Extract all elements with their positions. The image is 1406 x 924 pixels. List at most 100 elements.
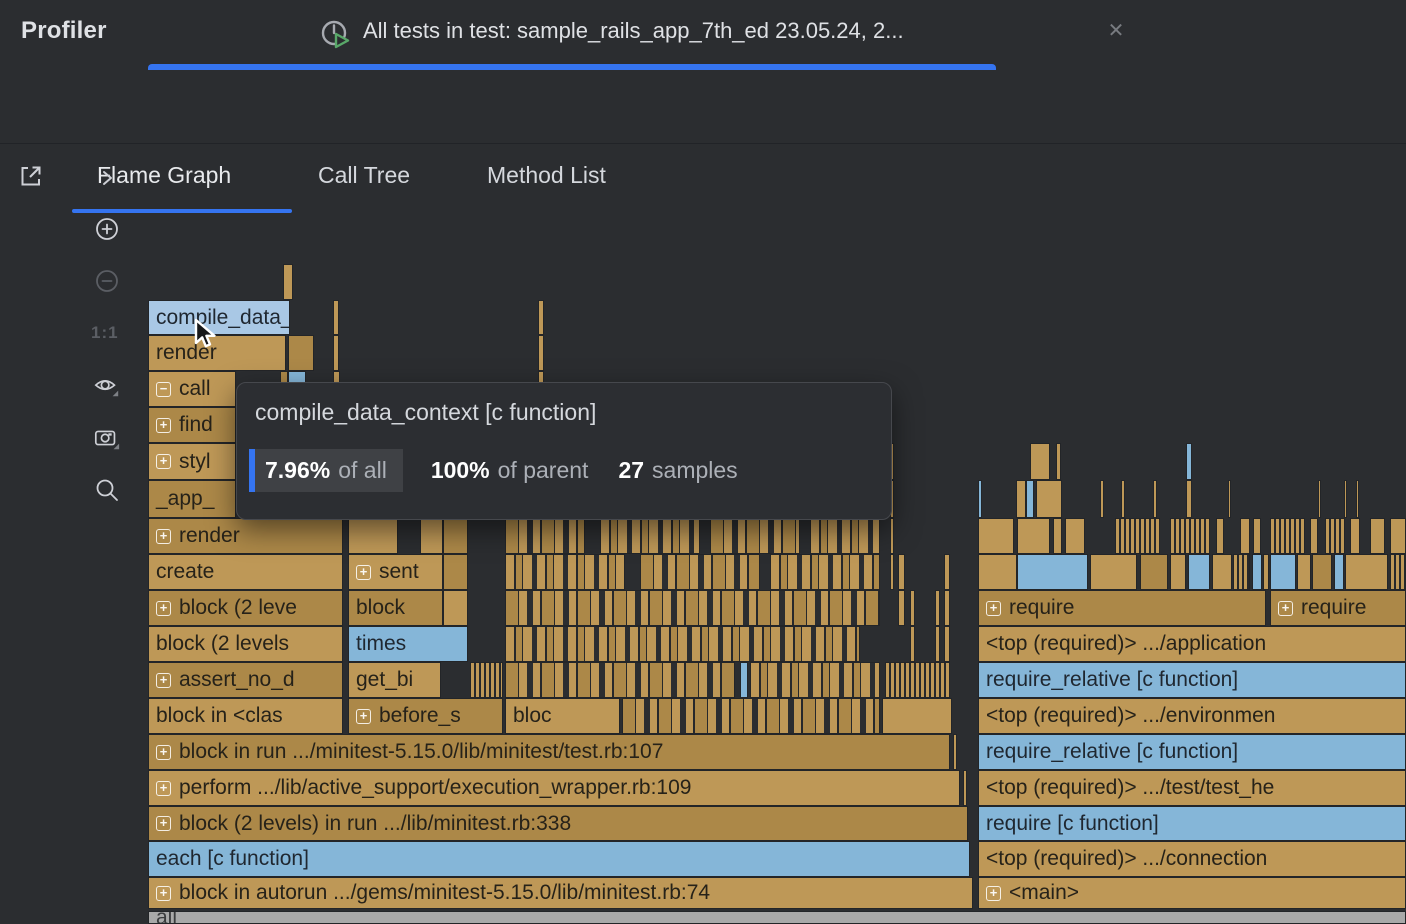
frame-bar[interactable] (750, 662, 880, 698)
frame-bar[interactable] (505, 554, 625, 590)
frame-bar[interactable] (1036, 480, 1062, 518)
frame-call[interactable]: −call (148, 371, 236, 407)
frame-bar[interactable] (1270, 518, 1305, 554)
frame-bar[interactable] (1153, 480, 1157, 518)
frame-bar[interactable] (890, 518, 894, 554)
frame-before-s[interactable]: +before_s (348, 698, 503, 734)
expand-frame-icon[interactable]: + (156, 673, 171, 688)
frame-render[interactable]: +render (148, 518, 343, 554)
expand-frame-icon[interactable]: + (156, 601, 171, 616)
frame-bar[interactable] (882, 698, 952, 734)
expand-frame-icon[interactable]: + (986, 886, 1001, 901)
frame-bar[interactable] (1356, 480, 1359, 518)
frame-bar[interactable] (1310, 518, 1318, 554)
frame-sent[interactable]: +sent (348, 554, 443, 590)
frame-bar[interactable] (1252, 554, 1262, 590)
frame-bar[interactable] (944, 626, 950, 662)
frame-bar[interactable] (622, 698, 880, 734)
expand-frame-icon[interactable]: + (356, 565, 371, 580)
frame-bar[interactable] (443, 518, 468, 554)
frame-all[interactable]: all (148, 911, 1406, 924)
frame-bar[interactable] (1170, 518, 1210, 554)
frame-bloc[interactable]: bloc (505, 698, 620, 734)
frame-bar[interactable] (1390, 554, 1406, 590)
frame-bar[interactable] (1090, 554, 1137, 590)
frame-bar[interactable] (810, 518, 880, 554)
frame-bar[interactable] (1016, 480, 1026, 518)
expand-frame-icon[interactable]: + (156, 529, 171, 544)
frame-bar[interactable] (1297, 554, 1311, 590)
frame-times[interactable]: times (348, 626, 468, 662)
frame-bar[interactable] (505, 662, 735, 698)
frame-bar[interactable] (1270, 554, 1296, 590)
frame-bar[interactable] (1253, 518, 1261, 554)
frame--app-[interactable]: _app_ (148, 480, 236, 518)
frame-bar[interactable] (333, 335, 339, 371)
frame-bar[interactable] (935, 626, 940, 662)
frame-bar[interactable] (1121, 480, 1125, 518)
frame-bar[interactable] (890, 554, 894, 590)
frame-bar[interactable] (978, 480, 982, 518)
frame-bar[interactable] (1115, 518, 1160, 554)
frame-styl[interactable]: +styl (148, 443, 236, 480)
frame-bar[interactable] (288, 335, 314, 371)
expand-frame-icon[interactable]: + (1278, 601, 1293, 616)
frame-bar[interactable] (505, 626, 860, 662)
frame-bar[interactable] (944, 554, 950, 590)
frame-bar[interactable] (538, 335, 544, 371)
frame-block-2-leve[interactable]: +block (2 leve (148, 590, 343, 626)
frame-bar[interactable] (1186, 443, 1192, 480)
frame-find[interactable]: +find (148, 407, 236, 443)
expand-frame-icon[interactable]: + (356, 709, 371, 724)
frame-bar[interactable] (1030, 443, 1050, 480)
frame-bar[interactable] (538, 300, 544, 335)
frame-bar[interactable] (1188, 554, 1210, 590)
frame-bar[interactable] (1017, 518, 1050, 554)
frame-bar[interactable] (348, 518, 398, 554)
frame--top-required-test-test-he[interactable]: <top (required)> .../test/test_he (978, 770, 1406, 806)
frame-bar[interactable] (420, 518, 443, 554)
expand-frame-icon[interactable]: + (156, 745, 171, 760)
frame-bar[interactable] (1325, 518, 1345, 554)
frame--main-[interactable]: +<main> (978, 877, 1406, 909)
frame-block-in-clas[interactable]: block in <clas (148, 698, 343, 734)
frame-bar[interactable] (470, 662, 503, 698)
frame-bar[interactable] (1334, 554, 1344, 590)
frame-bar[interactable] (963, 770, 967, 806)
frame-bar[interactable] (1390, 518, 1406, 554)
frame--top-required-application[interactable]: <top (required)> .../application (978, 626, 1406, 662)
frame-bar[interactable] (1026, 480, 1034, 518)
frame--top-required-environmen[interactable]: <top (required)> .../environmen (978, 698, 1406, 734)
frame-bar[interactable] (1228, 480, 1231, 518)
frame-bar[interactable] (910, 590, 915, 626)
frame-bar[interactable] (935, 590, 940, 626)
frame-bar[interactable] (1240, 518, 1250, 554)
frame-bar[interactable] (953, 734, 957, 770)
frame-bar[interactable] (710, 518, 800, 554)
frame-bar[interactable] (505, 518, 585, 554)
frame-bar[interactable] (1170, 554, 1186, 590)
frame-block-in-run-minitest-5-15-0[interactable]: +block in run .../minitest-5.15.0/lib/mi… (148, 734, 950, 770)
expand-frame-icon[interactable]: + (156, 816, 171, 831)
frame-create[interactable]: create (148, 554, 343, 590)
frame-bar[interactable] (885, 662, 950, 698)
expand-frame-icon[interactable]: + (156, 418, 171, 433)
frame-require-relative-c-function-[interactable]: require_relative [c function] (978, 734, 1406, 770)
frame-bar[interactable] (1344, 480, 1347, 518)
frame-bar[interactable] (443, 554, 468, 590)
frame-require-c-function-[interactable]: require [c function] (978, 806, 1406, 841)
frame-block-2-levels[interactable]: block (2 levels (148, 626, 343, 662)
frame-bar[interactable] (1053, 518, 1062, 554)
frame-bar[interactable] (1017, 554, 1088, 590)
frame-bar[interactable] (640, 554, 760, 590)
frame-bar[interactable] (944, 590, 950, 626)
frame-bar[interactable] (1212, 554, 1232, 590)
frame-bar[interactable] (978, 518, 1014, 554)
frame-bar[interactable] (1233, 554, 1250, 590)
frame-bar[interactable] (1186, 480, 1192, 518)
frame-bar[interactable] (505, 590, 880, 626)
expand-frame-icon[interactable]: + (156, 454, 171, 469)
frame-block-in-autorun-gems-minite[interactable]: +block in autorun .../gems/minitest-5.15… (148, 877, 973, 909)
frame-perform-lib-active-support-e[interactable]: +perform .../lib/active_support/executio… (148, 770, 960, 806)
frame-bar[interactable] (1065, 518, 1085, 554)
